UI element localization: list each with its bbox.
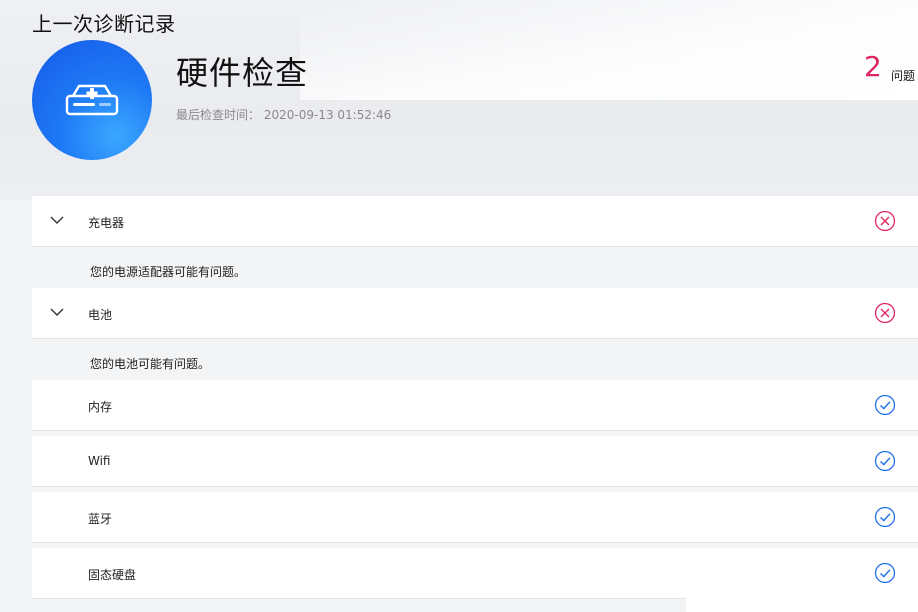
error-icon bbox=[874, 302, 896, 324]
hard-drive-icon bbox=[65, 84, 119, 116]
item-detail: 您的电源适配器可能有问题。 bbox=[90, 265, 247, 279]
item-detail: 您的电池可能有问题。 bbox=[90, 357, 211, 371]
header-sheen bbox=[300, 0, 918, 100]
last-check-label: 最后检查时间： bbox=[176, 108, 261, 122]
list-item-charger[interactable]: 充电器 bbox=[32, 196, 918, 246]
issue-label: 问题 bbox=[891, 69, 916, 83]
item-label: 蓝牙 bbox=[88, 512, 113, 526]
page-title: 上一次诊断记录 bbox=[32, 12, 176, 36]
chevron-down-icon[interactable] bbox=[50, 215, 64, 225]
list-item-bluetooth[interactable]: 蓝牙 bbox=[32, 492, 918, 542]
error-icon bbox=[874, 210, 896, 232]
item-label: 电池 bbox=[88, 308, 113, 322]
list-item-memory[interactable]: 内存 bbox=[32, 380, 918, 430]
item-label: 内存 bbox=[88, 400, 113, 414]
last-check-time: 最后检查时间： 2020-09-13 01:52:46 bbox=[176, 106, 391, 123]
bottom-panel-fill bbox=[686, 596, 918, 612]
item-label: 充电器 bbox=[88, 216, 125, 230]
check-circle-icon bbox=[874, 506, 896, 528]
list-item-wifi[interactable]: Wifi bbox=[32, 436, 918, 486]
issue-count: 2 bbox=[864, 50, 882, 83]
section-title: 硬件检查 bbox=[176, 54, 309, 92]
check-circle-icon bbox=[874, 394, 896, 416]
item-label: 固态硬盘 bbox=[88, 568, 137, 582]
list-item-ssd[interactable]: 固态硬盘 bbox=[32, 548, 918, 598]
last-check-value: 2020-09-13 01:52:46 bbox=[263, 108, 392, 122]
check-circle-icon bbox=[874, 450, 896, 472]
list-item-battery[interactable]: 电池 bbox=[32, 288, 918, 338]
item-label: Wifi bbox=[88, 454, 111, 468]
hardware-hero-badge bbox=[32, 40, 152, 160]
check-circle-icon bbox=[874, 562, 896, 584]
chevron-down-icon[interactable] bbox=[50, 307, 64, 317]
